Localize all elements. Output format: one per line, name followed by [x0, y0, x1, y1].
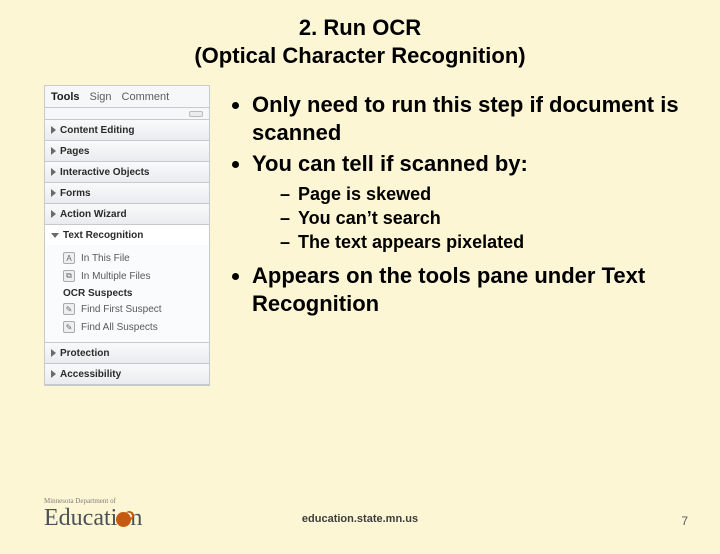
- chevron-down-icon: [51, 233, 59, 238]
- section-forms[interactable]: Forms: [45, 183, 209, 203]
- bullet-subitem: Page is skewed: [280, 182, 684, 206]
- footer-url: education.state.mn.us: [0, 513, 720, 525]
- content-row: Tools Sign Comment Content Editing Pages…: [0, 85, 720, 386]
- section-label: Text Recognition: [63, 230, 143, 241]
- section-action-wizard[interactable]: Action Wizard: [45, 204, 209, 224]
- item-in-this-file[interactable]: A In This File: [45, 249, 209, 267]
- item-label: Find First Suspect: [81, 304, 162, 315]
- item-label: Find All Suspects: [81, 322, 158, 333]
- tools-pane: Tools Sign Comment Content Editing Pages…: [44, 85, 210, 386]
- logo-top-text: Minnesota Department of: [44, 497, 142, 505]
- tab-comment[interactable]: Comment: [122, 91, 170, 103]
- section-accessibility[interactable]: Accessibility: [45, 364, 209, 384]
- section-content-editing[interactable]: Content Editing: [45, 120, 209, 140]
- section-label: Forms: [60, 188, 91, 199]
- item-label: In This File: [81, 253, 130, 264]
- section-label: Content Editing: [60, 125, 134, 136]
- chevron-right-icon: [51, 370, 56, 378]
- chevron-right-icon: [51, 189, 56, 197]
- section-text-recognition[interactable]: Text Recognition: [45, 225, 209, 245]
- section-label: Interactive Objects: [60, 167, 149, 178]
- title-line-2: (Optical Character Recognition): [194, 43, 525, 68]
- section-pages[interactable]: Pages: [45, 141, 209, 161]
- pane-tabs: Tools Sign Comment: [45, 86, 209, 108]
- section-label: Protection: [60, 348, 109, 359]
- title-line-1: 2. Run OCR: [299, 15, 421, 40]
- section-label: Pages: [60, 146, 89, 157]
- chevron-right-icon: [51, 168, 56, 176]
- bullets-area: Only need to run this step if document i…: [210, 85, 684, 386]
- page-icon: A: [63, 252, 75, 264]
- search-all-icon: ✎: [63, 321, 75, 333]
- bullet-text: You can tell if scanned by:: [252, 151, 528, 176]
- item-find-first-suspect[interactable]: ✎ Find First Suspect: [45, 300, 209, 318]
- bullet-item: Only need to run this step if document i…: [252, 91, 684, 146]
- bullet-item: Appears on the tools pane under Text Rec…: [252, 262, 684, 317]
- search-icon: ✎: [63, 303, 75, 315]
- section-protection[interactable]: Protection: [45, 343, 209, 363]
- subheader-ocr-suspects: OCR Suspects: [45, 285, 209, 300]
- chevron-right-icon: [51, 210, 56, 218]
- tab-tools[interactable]: Tools: [51, 91, 80, 103]
- page-number: 7: [681, 514, 688, 528]
- section-interactive-objects[interactable]: Interactive Objects: [45, 162, 209, 182]
- bullet-subitem: The text appears pixelated: [280, 230, 684, 254]
- bullet-list-level2: Page is skewed You can’t search The text…: [280, 182, 684, 255]
- chevron-right-icon: [51, 126, 56, 134]
- item-in-multiple-files[interactable]: ⧉ In Multiple Files: [45, 267, 209, 285]
- item-find-all-suspects[interactable]: ✎ Find All Suspects: [45, 318, 209, 336]
- pane-grip-row: [45, 108, 209, 120]
- section-label: Accessibility: [60, 369, 121, 380]
- grip-icon[interactable]: [189, 111, 203, 117]
- section-label: Action Wizard: [60, 209, 127, 220]
- text-recognition-body: A In This File ⧉ In Multiple Files OCR S…: [45, 245, 209, 342]
- item-label: In Multiple Files: [81, 271, 150, 282]
- bullet-list-level1: Only need to run this step if document i…: [252, 91, 684, 317]
- tab-sign[interactable]: Sign: [90, 91, 112, 103]
- slide-title: 2. Run OCR (Optical Character Recognitio…: [0, 14, 720, 69]
- bullet-item: You can tell if scanned by: Page is skew…: [252, 150, 684, 254]
- pages-icon: ⧉: [63, 270, 75, 282]
- chevron-right-icon: [51, 349, 56, 357]
- bullet-subitem: You can’t search: [280, 206, 684, 230]
- chevron-right-icon: [51, 147, 56, 155]
